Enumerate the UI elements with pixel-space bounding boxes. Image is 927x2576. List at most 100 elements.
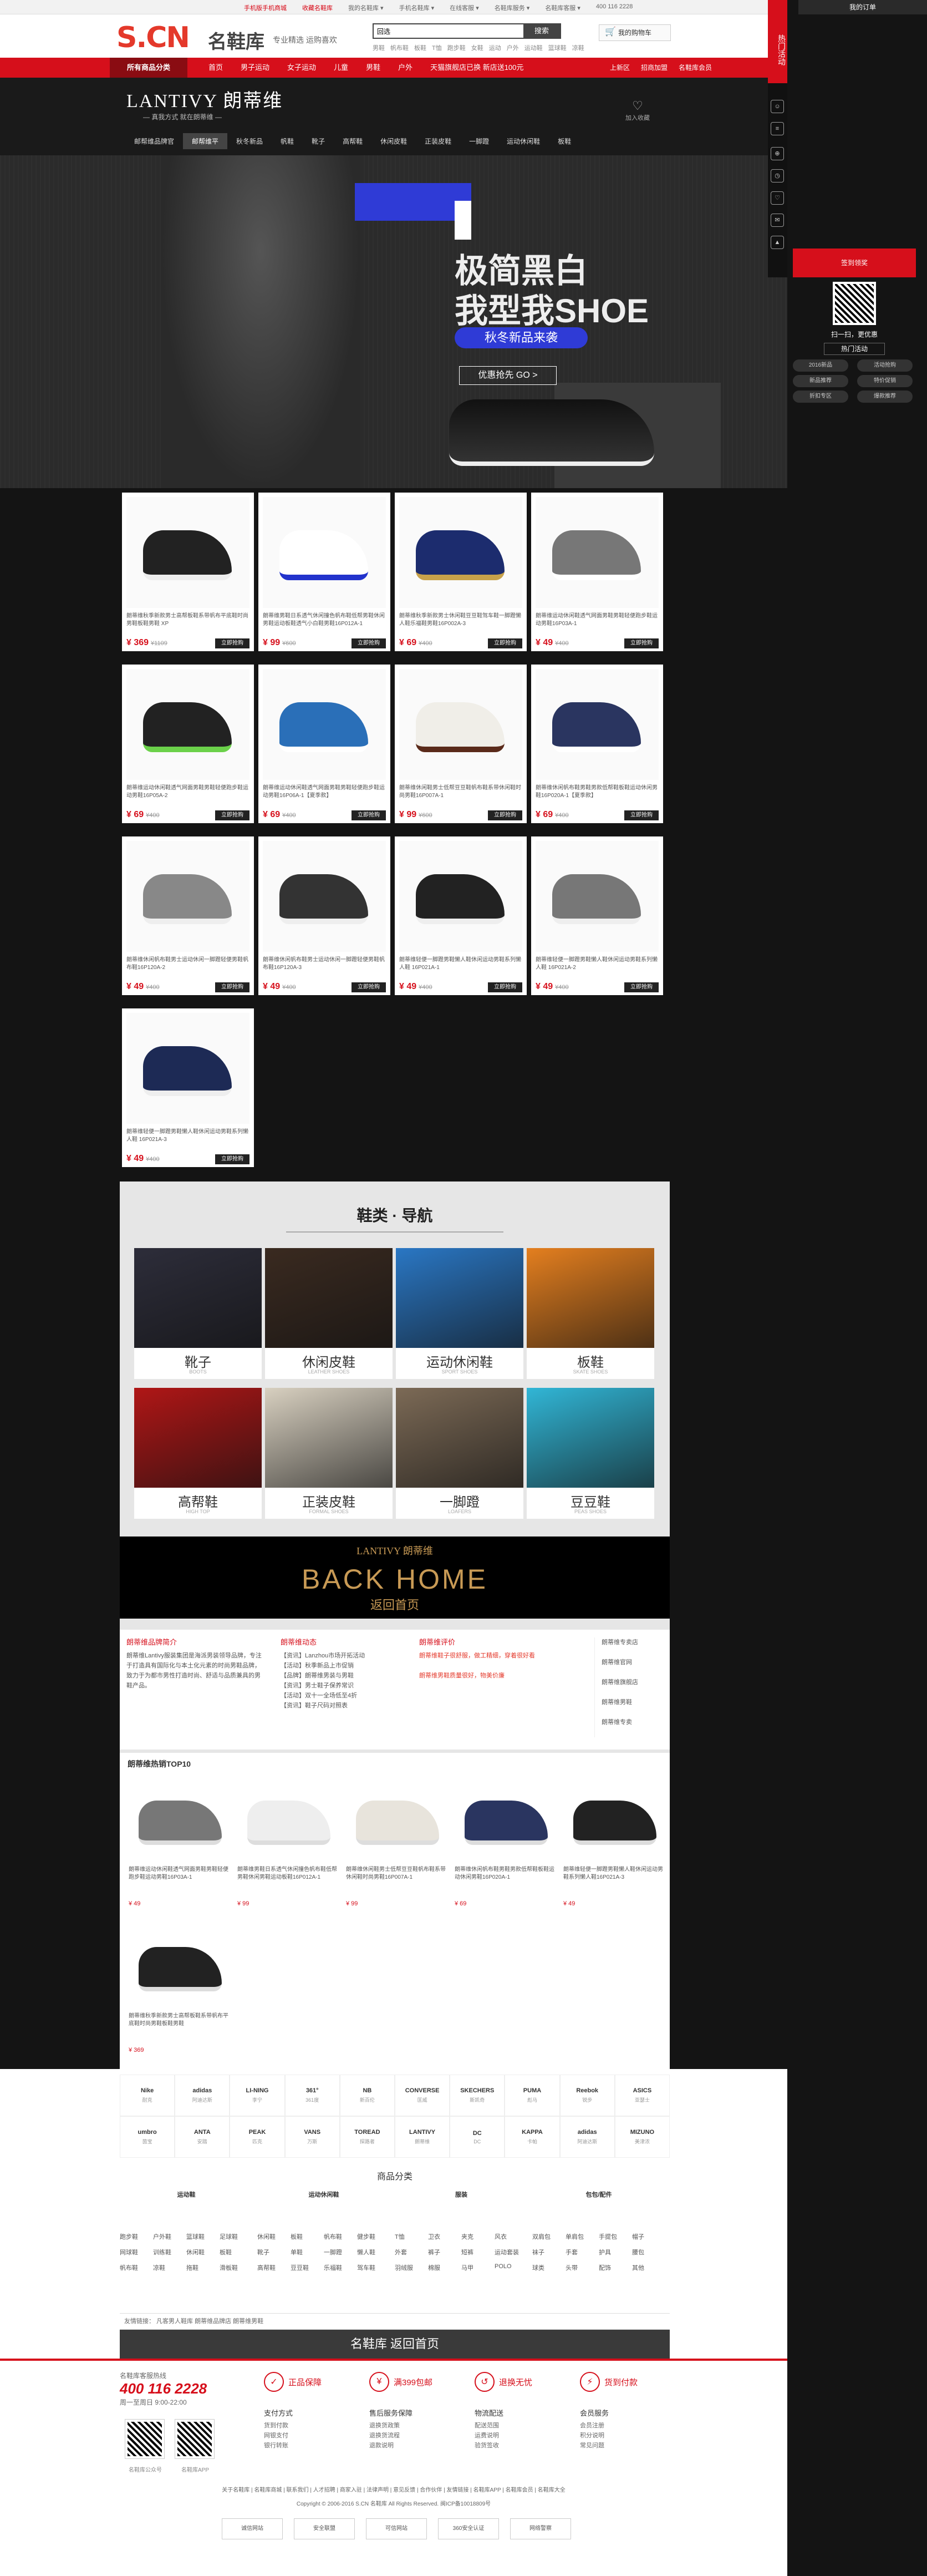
product-card[interactable]: 朗蒂维轻便一脚蹬男鞋懒人鞋休闲运动男鞋系列懒人鞋 16P021A-3 ¥ 49 ¥4…: [122, 1008, 254, 1167]
nav-item[interactable]: 男鞋: [357, 58, 389, 78]
top10-name[interactable]: 朗蒂维男鞋日系透气休闲撞色帆布鞋低帮男鞋休闲男鞋运动板鞋16P012A-1: [237, 1866, 340, 1889]
category-link[interactable]: 乐福鞋: [324, 2263, 357, 2272]
product-name[interactable]: 朗蒂维轻便一脚蹬男鞋懒人鞋休闲运动男鞋系列懒人鞋 16P021A-2: [536, 956, 659, 980]
product-name[interactable]: 朗蒂维秋季新款男士高帮板鞋系带帆布平底鞋时尚男鞋板鞋男鞋 XP: [126, 612, 249, 636]
category-link[interactable]: 卫衣: [428, 2232, 461, 2241]
category-link[interactable]: 棉服: [428, 2263, 461, 2272]
my-order-link[interactable]: 我的订单: [798, 0, 927, 14]
top-link[interactable]: 名鞋库客服 ▾: [545, 3, 580, 12]
product-image[interactable]: [263, 669, 386, 780]
category-link[interactable]: 篮球鞋: [186, 2232, 220, 2241]
brand-logo-item[interactable]: umbro 茵宝: [120, 2116, 175, 2158]
back-to-top-icon[interactable]: ▲: [771, 236, 784, 249]
product-name[interactable]: 朗蒂维休闲帆布鞋男士运动休闲一脚蹬轻便男鞋帆布鞋16P120A-3: [263, 956, 386, 980]
buy-now-button[interactable]: 立即抢购: [624, 982, 659, 992]
brand-subnav-item[interactable]: 休闲皮鞋: [371, 133, 416, 149]
buy-now-button[interactable]: 立即抢购: [352, 810, 386, 820]
top10-card[interactable]: 朗蒂维休闲帆布鞋男鞋男款低帮鞋板鞋运动休闲男鞋16P020A-1 ¥ 69: [455, 1775, 558, 1914]
return-home-bar[interactable]: 名鞋库 返回首页: [120, 2330, 670, 2359]
product-name[interactable]: 朗蒂维轻便一脚蹬男鞋懒人鞋休闲运动男鞋系列懒人鞋 16P021A-1: [399, 956, 522, 980]
top10-name[interactable]: 朗蒂维休闲帆布鞋男鞋男款低帮鞋板鞋运动休闲男鞋16P020A-1: [455, 1866, 558, 1889]
nav-item[interactable]: 天猫旗舰店已换 新店送100元: [421, 58, 532, 78]
top10-image[interactable]: [237, 1775, 340, 1862]
category-group-title[interactable]: 运动休闲鞋: [257, 2190, 390, 2199]
brand-logo[interactable]: LANTIVY 朗蒂维: [126, 85, 283, 113]
search-button[interactable]: 搜索: [523, 24, 560, 38]
category-link[interactable]: 高帮鞋: [257, 2263, 291, 2272]
panel-tag[interactable]: 折扣专区: [793, 391, 848, 403]
brand-logo-item[interactable]: Nike 耐克: [120, 2075, 175, 2116]
product-card[interactable]: 朗蒂维运动休闲鞋透气网面男鞋男鞋轻便跑步鞋运动男鞋16P03A-1 ¥ 49 ¥40…: [531, 493, 663, 651]
product-card[interactable]: 朗蒂维秋季新款男士休闲鞋豆豆鞋驾车鞋一脚蹬懒人鞋乐福鞋男鞋16P002A-3 ¥ …: [395, 493, 527, 651]
nav-item[interactable]: 男子运动: [232, 58, 278, 78]
brand-subnav-item[interactable]: 靴子: [303, 133, 334, 149]
product-name[interactable]: 朗蒂维休闲鞋男士低帮豆豆鞋帆布鞋系带休闲鞋时尚男鞋16P007A-1: [399, 784, 522, 808]
brand-logo-item[interactable]: LI-NING 李宁: [230, 2075, 285, 2116]
brand-subnav-item[interactable]: 正装皮鞋: [416, 133, 460, 149]
category-link[interactable]: 跑步鞋: [120, 2232, 153, 2241]
category-link[interactable]: 马甲: [461, 2263, 495, 2272]
product-card[interactable]: 朗蒂维休闲帆布鞋男士运动休闲一脚蹬轻便男鞋帆布鞋16P120A-2 ¥ 49 ¥40…: [122, 836, 254, 995]
category-link[interactable]: 单鞋: [291, 2248, 324, 2256]
nav-item[interactable]: 户外: [389, 58, 421, 78]
category-link[interactable]: 其他: [632, 2263, 665, 2272]
category-card[interactable]: 板鞋 SKATE SHOES: [527, 1248, 654, 1379]
trust-badge[interactable]: 360安全认证: [438, 2518, 499, 2539]
hot-word[interactable]: 跑步鞋: [447, 43, 466, 52]
brand-logo-item[interactable]: VANS 万斯: [284, 2116, 340, 2158]
search-input[interactable]: [374, 24, 523, 38]
news-item[interactable]: 【资讯】Lanzhou市场开拓活动: [281, 1651, 408, 1661]
hot-word[interactable]: 篮球鞋: [548, 43, 567, 52]
buy-now-button[interactable]: 立即抢购: [488, 638, 522, 648]
product-card[interactable]: 朗蒂维男鞋日系透气休闲撞色帆布鞋低帮男鞋休闲男鞋运动板鞋透气小白鞋男鞋16P01…: [258, 493, 390, 651]
brand-logo-item[interactable]: PUMA 彪马: [505, 2075, 560, 2116]
footer-link[interactable]: 退换货流程: [369, 2431, 412, 2441]
product-image[interactable]: [536, 669, 659, 780]
product-card[interactable]: 朗蒂维秋季新款男士高帮板鞋系带帆布平底鞋时尚男鞋板鞋男鞋 XP ¥ 369 ¥110…: [122, 493, 254, 651]
category-link[interactable]: 网球鞋: [120, 2248, 153, 2256]
brand-logo-item[interactable]: MIZUNO 美津浓: [614, 2116, 670, 2158]
category-link[interactable]: 板鞋: [220, 2248, 253, 2256]
hot-word[interactable]: 凉鞋: [572, 43, 584, 52]
news-item[interactable]: 【活动】秋季新品上市促销: [281, 1661, 408, 1671]
category-link[interactable]: 裤子: [428, 2248, 461, 2256]
category-link[interactable]: 帆布鞋: [324, 2232, 357, 2241]
footer-link[interactable]: 运费说明: [475, 2431, 503, 2441]
top10-image[interactable]: [346, 1775, 449, 1862]
category-link[interactable]: 手套: [566, 2248, 599, 2256]
site-logo[interactable]: S.CN: [116, 21, 190, 54]
hot-word[interactable]: 运动: [489, 43, 501, 52]
product-card[interactable]: 朗蒂维休闲鞋男士低帮豆豆鞋帆布鞋系带休闲鞋时尚男鞋16P007A-1 ¥ 99 ¥6…: [395, 665, 527, 823]
top10-name[interactable]: 朗蒂维轻便一脚蹬男鞋懒人鞋休闲运动男鞋系列懒人鞋16P021A-3: [563, 1866, 666, 1889]
all-categories-button[interactable]: 所有商品分类: [110, 58, 187, 78]
service-icon[interactable]: ✉: [771, 214, 784, 227]
product-image[interactable]: [263, 497, 386, 608]
favorite-button[interactable]: ♡ 加入收藏: [625, 99, 650, 122]
brand-subnav-item[interactable]: 邮帮维品牌官: [125, 133, 183, 149]
product-image[interactable]: [536, 497, 659, 608]
brand-link[interactable]: 朗蒂维旗舰店: [602, 1677, 664, 1687]
cart-icon-side[interactable]: ⊕: [771, 147, 784, 160]
category-link[interactable]: T恤: [395, 2232, 428, 2241]
top10-card[interactable]: 朗蒂维轻便一脚蹬男鞋懒人鞋休闲运动男鞋系列懒人鞋16P021A-3 ¥ 49: [563, 1775, 666, 1914]
nav-right-item[interactable]: 上新区: [610, 58, 630, 78]
category-link[interactable]: 驾车鞋: [357, 2263, 390, 2272]
category-card[interactable]: 高帮鞋 HIGH TOP: [134, 1388, 262, 1519]
footer-link[interactable]: 常见问题: [580, 2441, 609, 2451]
site-logo-cn[interactable]: 名鞋库: [208, 27, 264, 54]
brand-subnav-item[interactable]: 帆鞋: [272, 133, 303, 149]
category-link[interactable]: 夹克: [461, 2232, 495, 2241]
top-link[interactable]: 手机版手机商城: [244, 3, 287, 12]
top-link[interactable]: 我的名鞋库 ▾: [348, 3, 384, 12]
top10-image[interactable]: [129, 1775, 232, 1862]
category-link[interactable]: 训练鞋: [153, 2248, 186, 2256]
category-link[interactable]: POLO: [495, 2263, 528, 2272]
category-link[interactable]: 帆布鞋: [120, 2263, 153, 2272]
nav-item[interactable]: 首页: [200, 58, 232, 78]
brand-link[interactable]: 朗蒂维专卖: [602, 1717, 664, 1727]
product-name[interactable]: 朗蒂维秋季新款男士休闲鞋豆豆鞋驾车鞋一脚蹬懒人鞋乐福鞋男鞋16P002A-3: [399, 612, 522, 636]
nav-item[interactable]: 女子运动: [278, 58, 325, 78]
category-link[interactable]: 休闲鞋: [257, 2232, 291, 2241]
brand-logo-item[interactable]: CONVERSE 匡威: [394, 2075, 450, 2116]
top-link[interactable]: 手机名鞋库 ▾: [399, 3, 435, 12]
